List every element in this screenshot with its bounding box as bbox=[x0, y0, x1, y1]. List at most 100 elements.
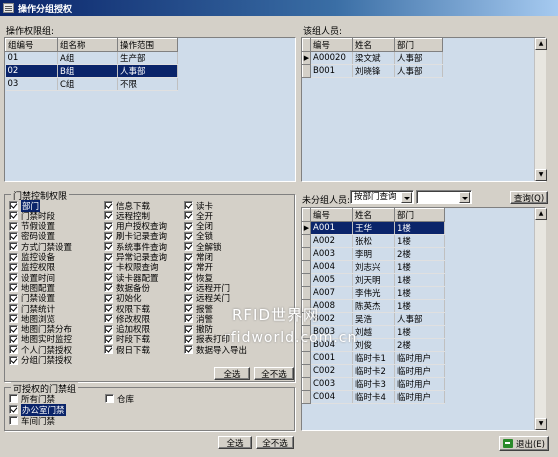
checkbox-icon[interactable] bbox=[104, 242, 113, 252]
checkbox-icon[interactable] bbox=[9, 211, 18, 221]
grid-table[interactable]: 组编号 组名称 操作范围 01 A组 生产部 02 B组 人事部 03 C组 不限 bbox=[5, 38, 178, 91]
unassigned-scrollbar[interactable]: ▲ ▼ bbox=[534, 208, 547, 430]
checkbox-icon[interactable] bbox=[104, 221, 113, 231]
checkbox-icon[interactable] bbox=[104, 304, 113, 313]
checkbox-icon[interactable] bbox=[9, 252, 18, 262]
checkbox-icon[interactable] bbox=[105, 394, 114, 403]
perm-select-all-button[interactable]: 全选 bbox=[214, 367, 250, 380]
department-filter-combo[interactable] bbox=[416, 190, 472, 204]
door-select-all-button[interactable]: 全选 bbox=[218, 436, 252, 449]
table-row[interactable]: B002 吴浩 人事部 bbox=[302, 312, 445, 326]
table-row[interactable]: A003 李明 2楼 bbox=[302, 247, 445, 261]
checkbox-icon[interactable] bbox=[184, 221, 193, 231]
members-table[interactable]: 编号 姓名 部门 ▶ A00020 梁文斌 人事部 B001 刘晓锋 人事部 bbox=[301, 37, 546, 182]
chevron-down-icon[interactable] bbox=[459, 192, 470, 203]
checkbox-icon[interactable] bbox=[184, 283, 193, 293]
perm-checkbox[interactable]: 数据导入导出 bbox=[184, 344, 247, 356]
checkbox-icon[interactable] bbox=[104, 252, 113, 262]
scroll-down-icon[interactable]: ▼ bbox=[535, 418, 547, 430]
checkbox-icon[interactable] bbox=[9, 324, 18, 334]
checkbox-icon[interactable] bbox=[184, 273, 193, 283]
checkbox-icon[interactable] bbox=[9, 221, 18, 231]
checkbox-icon[interactable] bbox=[104, 293, 113, 303]
column-header[interactable]: 姓名 bbox=[352, 38, 395, 52]
table-row[interactable]: A005 刘天明 1楼 bbox=[302, 273, 445, 287]
column-header[interactable]: 操作范围 bbox=[117, 38, 178, 52]
checkbox-icon[interactable] bbox=[9, 231, 18, 241]
checkbox-icon[interactable] bbox=[9, 262, 18, 272]
chevron-down-icon[interactable] bbox=[401, 192, 412, 203]
grid-table[interactable]: 编号 姓名 部门 ▶ A00020 梁文斌 人事部 B001 刘晓锋 人事部 bbox=[302, 38, 443, 78]
table-row[interactable]: C004 临时卡4 临时用户 bbox=[302, 390, 445, 404]
door-group-checkbox[interactable]: 仓库 bbox=[105, 393, 134, 405]
door-group-checkbox[interactable]: 车间门禁 bbox=[9, 415, 55, 427]
perm-checkbox[interactable]: 分组门禁授权 bbox=[9, 355, 72, 366]
door-group-checkbox[interactable]: 办公室门禁 bbox=[9, 403, 66, 416]
checkbox-icon[interactable] bbox=[104, 211, 113, 221]
column-header[interactable]: 组编号 bbox=[5, 38, 58, 52]
checkbox-icon[interactable] bbox=[184, 314, 193, 324]
table-row[interactable]: 02 B组 人事部 bbox=[5, 64, 178, 78]
scroll-up-icon[interactable]: ▲ bbox=[535, 208, 547, 220]
column-header[interactable]: 编号 bbox=[310, 38, 353, 52]
grid-table[interactable]: 编号 姓名 部门 ▶ A001 王华 1楼 A002 张松 1楼 A003 李明 2楼 A004 刘志兴 1楼… bbox=[302, 208, 445, 404]
checkbox-icon[interactable] bbox=[104, 283, 113, 293]
table-row[interactable]: ▶ A001 王华 1楼 bbox=[302, 221, 445, 235]
checkbox-icon[interactable] bbox=[9, 355, 18, 365]
column-header[interactable]: 编号 bbox=[310, 208, 353, 222]
column-header[interactable]: 组名称 bbox=[57, 38, 118, 52]
checkbox-icon[interactable] bbox=[9, 345, 18, 355]
door-select-none-button[interactable]: 全不选 bbox=[256, 436, 294, 449]
table-row[interactable]: B001 刘晓锋 人事部 bbox=[302, 64, 443, 78]
table-row[interactable]: C003 临时卡3 临时用户 bbox=[302, 377, 445, 391]
column-header[interactable]: 姓名 bbox=[352, 208, 395, 222]
checkbox-icon[interactable] bbox=[184, 334, 193, 344]
checkbox-icon[interactable] bbox=[9, 283, 18, 293]
perm-select-none-button[interactable]: 全不选 bbox=[254, 367, 294, 380]
checkbox-icon[interactable] bbox=[9, 394, 18, 403]
checkbox-icon[interactable] bbox=[104, 324, 113, 334]
scroll-up-icon[interactable]: ▲ bbox=[535, 38, 547, 50]
checkbox-icon[interactable] bbox=[104, 201, 113, 210]
checkbox-icon[interactable] bbox=[9, 293, 18, 303]
scroll-down-icon[interactable]: ▼ bbox=[535, 169, 547, 181]
column-header[interactable]: 部门 bbox=[394, 38, 443, 52]
checkbox-icon[interactable] bbox=[104, 262, 113, 272]
table-row[interactable]: A007 李伟光 1楼 bbox=[302, 286, 445, 300]
checkbox-icon[interactable] bbox=[184, 293, 193, 303]
exit-button[interactable]: 退出(E) bbox=[499, 436, 549, 451]
table-row[interactable]: 01 A组 生产部 bbox=[5, 51, 178, 65]
members-scrollbar[interactable]: ▲ ▼ bbox=[534, 38, 547, 181]
checkbox-icon[interactable] bbox=[184, 324, 193, 334]
perm-checkbox[interactable]: 假日下载 bbox=[104, 344, 150, 356]
query-button[interactable]: 查询(Q) bbox=[510, 191, 548, 204]
checkbox-icon[interactable] bbox=[104, 273, 113, 283]
table-row[interactable]: A004 刘志兴 1楼 bbox=[302, 260, 445, 274]
checkbox-icon[interactable] bbox=[9, 242, 18, 252]
table-row[interactable]: A008 陈英杰 1楼 bbox=[302, 299, 445, 313]
checkbox-icon[interactable] bbox=[184, 262, 193, 272]
table-row[interactable]: A002 张松 1楼 bbox=[302, 234, 445, 248]
checkbox-icon[interactable] bbox=[184, 242, 193, 252]
table-row[interactable]: 03 C组 不限 bbox=[5, 77, 178, 91]
table-row[interactable]: C001 临时卡1 临时用户 bbox=[302, 351, 445, 365]
checkbox-icon[interactable] bbox=[184, 252, 193, 262]
checkbox-icon[interactable] bbox=[9, 273, 18, 283]
checkbox-icon[interactable] bbox=[184, 345, 193, 355]
unassigned-table[interactable]: 编号 姓名 部门 ▶ A001 王华 1楼 A002 张松 1楼 A003 李明 2楼 A004 刘志兴 1楼… bbox=[301, 207, 546, 431]
checkbox-icon[interactable] bbox=[184, 231, 193, 241]
checkbox-icon[interactable] bbox=[104, 334, 113, 344]
checkbox-icon[interactable] bbox=[9, 314, 18, 324]
door-group-checkbox[interactable]: 所有门禁 bbox=[9, 393, 55, 405]
checkbox-icon[interactable] bbox=[9, 405, 18, 414]
checkbox-icon[interactable] bbox=[184, 211, 193, 221]
group-table[interactable]: 组编号 组名称 操作范围 01 A组 生产部 02 B组 人事部 03 C组 不限 bbox=[4, 37, 296, 182]
checkbox-icon[interactable] bbox=[9, 416, 18, 425]
table-row[interactable]: ▶ A00020 梁文斌 人事部 bbox=[302, 51, 443, 65]
checkbox-icon[interactable] bbox=[104, 314, 113, 324]
checkbox-icon[interactable] bbox=[9, 304, 18, 313]
checkbox-icon[interactable] bbox=[104, 345, 113, 355]
column-header[interactable]: 部门 bbox=[394, 208, 445, 222]
department-combo[interactable]: 按部门查询 bbox=[350, 190, 414, 204]
checkbox-icon[interactable] bbox=[184, 304, 193, 313]
